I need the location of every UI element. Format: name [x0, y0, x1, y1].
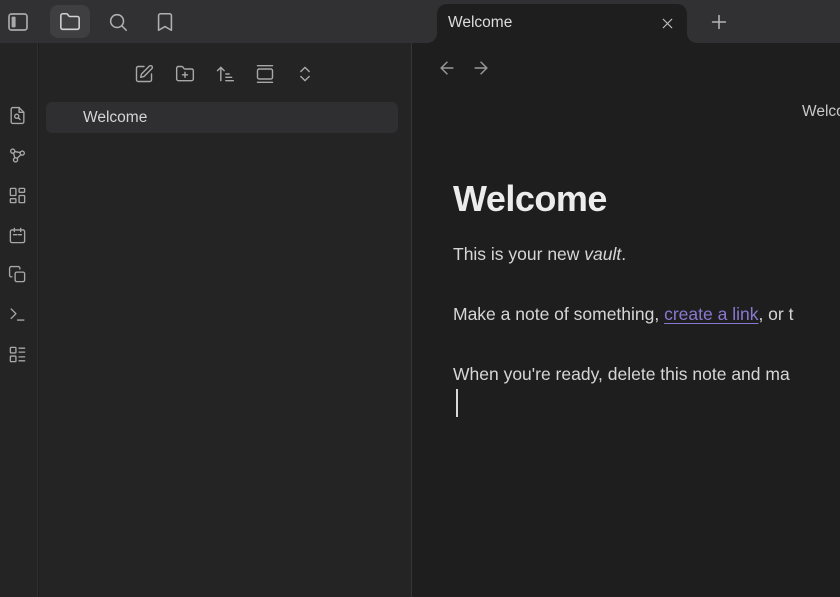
main-pane: Welcome Welcome This is your new vault. …: [413, 43, 840, 597]
inline-title: Welcome: [453, 178, 607, 220]
new-note-icon: [134, 64, 154, 84]
new-note-button[interactable]: [131, 61, 157, 87]
expand-collapse-button[interactable]: [292, 61, 318, 87]
tab-curve-right: [687, 33, 697, 43]
sort-icon: [215, 64, 235, 84]
italic-text: vault: [584, 244, 621, 264]
obsidian-window: Welcome: [0, 0, 840, 597]
tab-welcome[interactable]: Welcome: [437, 4, 687, 43]
layout-list-icon: [8, 345, 27, 364]
dock-tab-files[interactable]: [50, 5, 90, 38]
dock-tab-bookmarks[interactable]: [145, 5, 185, 38]
tab-curve-left: [427, 33, 437, 43]
sidebar-toggle-button[interactable]: [5, 9, 31, 35]
ribbon-daily-note-button[interactable]: [4, 222, 30, 248]
new-folder-button[interactable]: [172, 61, 198, 87]
paragraph-1: This is your new vault.: [453, 241, 626, 268]
tab-title: Welcome: [448, 14, 512, 32]
paragraph-3: When you're ready, delete this note and …: [453, 361, 790, 388]
bookmark-icon: [154, 11, 176, 33]
paragraph-2: Make a note of something, create a link,…: [453, 301, 793, 328]
arrow-right-icon: [471, 58, 491, 78]
plus-icon: [708, 11, 730, 33]
nav-back-button[interactable]: [434, 55, 460, 81]
arrow-left-icon: [437, 58, 457, 78]
editor[interactable]: Welcome This is your new vault. Make a n…: [413, 90, 840, 597]
ribbon-command-palette-button[interactable]: [4, 301, 30, 327]
file-search-icon: [8, 106, 27, 125]
file-item-welcome[interactable]: Welcome: [46, 102, 398, 133]
ribbon-canvas-button[interactable]: [4, 182, 30, 208]
text-cursor: [456, 389, 458, 417]
panel-left-icon: [6, 10, 30, 34]
sort-order-button[interactable]: [212, 61, 238, 87]
graph-icon: [8, 146, 27, 165]
new-tab-button[interactable]: [705, 8, 733, 36]
close-icon: [659, 15, 676, 32]
copy-icon: [8, 265, 27, 284]
ribbon-graph-view-button[interactable]: [4, 142, 30, 168]
chevrons-up-down-icon: [295, 64, 315, 84]
ribbon-quick-switcher-button[interactable]: [4, 102, 30, 128]
terminal-icon: [8, 305, 27, 324]
gallery-vertical-icon: [255, 64, 275, 84]
tab-close-button[interactable]: [657, 13, 677, 33]
file-item-label: Welcome: [83, 109, 147, 127]
folder-plus-icon: [175, 64, 195, 84]
file-explorer-panel: Welcome: [39, 43, 412, 597]
gallery-view-button[interactable]: [252, 61, 278, 87]
layout-dashboard-icon: [8, 186, 27, 205]
title-bar: Welcome: [0, 0, 840, 43]
calendar-icon: [8, 226, 27, 245]
nav-forward-button[interactable]: [468, 55, 494, 81]
folder-icon: [59, 11, 81, 33]
ribbon-templates-button[interactable]: [4, 261, 30, 287]
search-icon: [107, 11, 129, 33]
internal-link[interactable]: create a link: [664, 304, 758, 324]
dock-tab-search[interactable]: [98, 5, 138, 38]
ribbon: [0, 43, 38, 597]
ribbon-layout-list-button[interactable]: [4, 341, 30, 367]
